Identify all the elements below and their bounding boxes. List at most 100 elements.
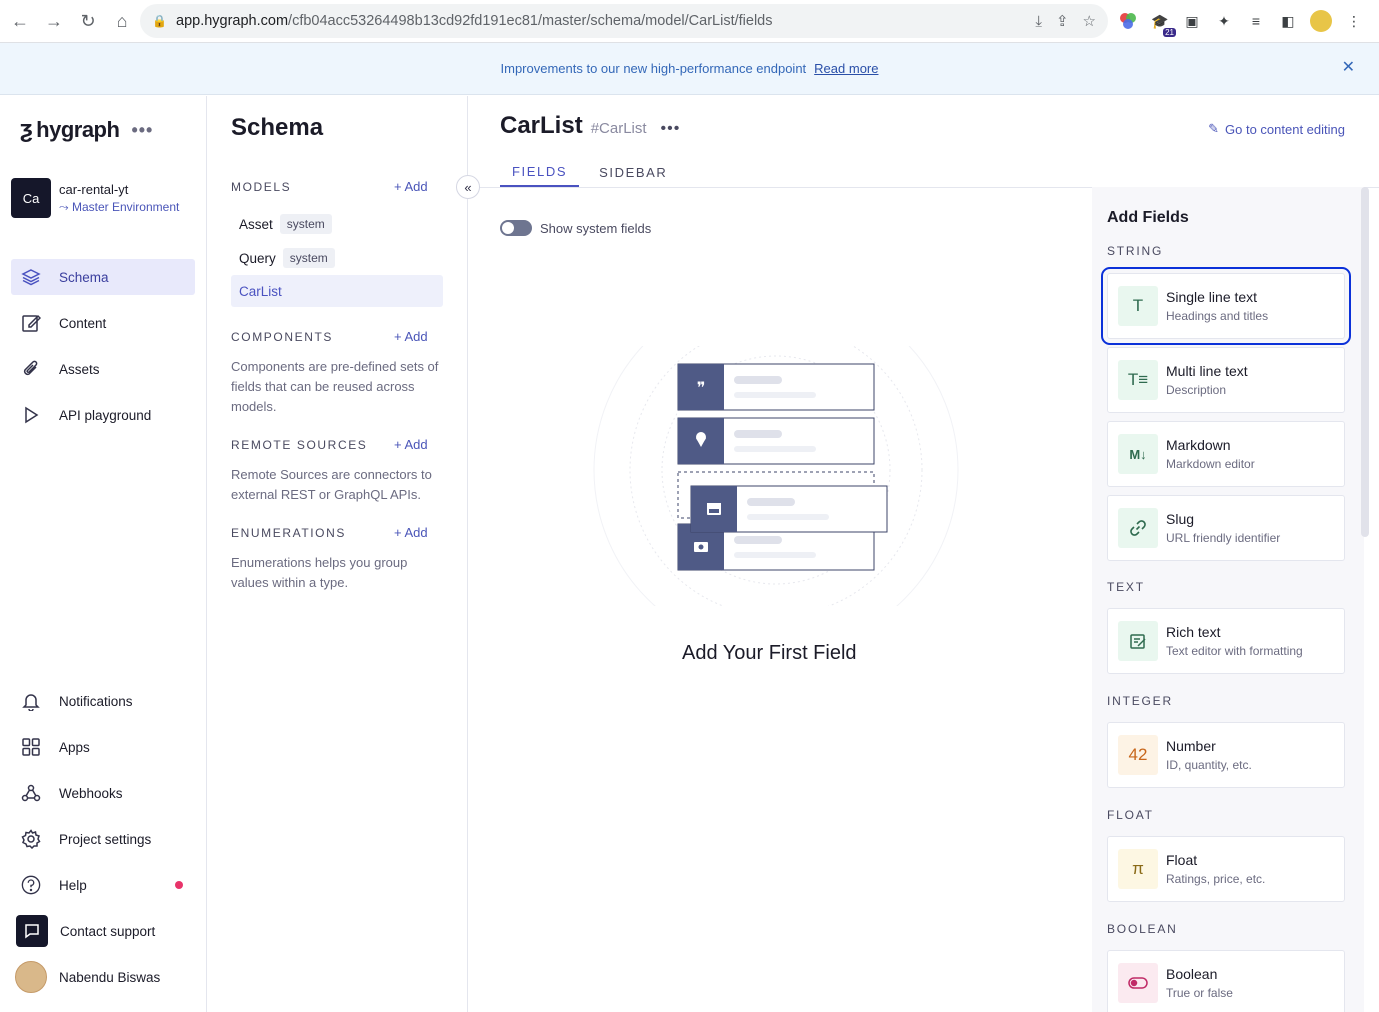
side-panel-icon[interactable]: ◧ [1278, 11, 1298, 31]
text-icon: T [1118, 286, 1158, 326]
go-to-content-editing-link[interactable]: ✎ Go to content editing [1208, 121, 1345, 137]
sidebar-item-label: Contact support [60, 923, 156, 939]
chat-icon [16, 915, 48, 947]
edit-icon: ✎ [1208, 121, 1220, 136]
home-icon[interactable]: ⌂ [106, 5, 138, 37]
model-item-query[interactable]: Query system [231, 242, 443, 274]
system-tag: system [279, 214, 332, 234]
model-api-id: #CarList [590, 120, 647, 137]
tab-sidebar[interactable]: SIDEBAR [587, 158, 679, 187]
hygraph-logo[interactable]: ƺ hygraph ••• [20, 116, 153, 144]
add-component-button[interactable]: + Add [394, 329, 428, 344]
multiline-text-icon: T≡ [1118, 360, 1158, 400]
share-icon[interactable]: ⇪ [1056, 12, 1069, 30]
sidebar-item-help[interactable]: Help [11, 867, 195, 903]
field-type-boolean[interactable]: Boolean True or false [1107, 950, 1345, 1012]
category-string: STRING [1107, 244, 1164, 258]
project-badge: Ca [11, 178, 51, 218]
close-icon[interactable]: ✕ [1342, 57, 1355, 77]
webhook-icon [21, 783, 41, 803]
show-system-fields-toggle[interactable]: Show system fields [500, 220, 651, 236]
enumerations-description: Enumerations helps you group values with… [231, 555, 408, 590]
puzzle-icon[interactable]: ✦ [1214, 11, 1234, 31]
address-bar[interactable]: 🔒 app.hygraph.com/cfb04acc53264498b13cd9… [140, 4, 1108, 38]
field-name: Single line text [1166, 289, 1258, 305]
graduation-extension-icon[interactable]: 🎓 21 [1150, 11, 1176, 37]
forward-icon[interactable]: → [38, 5, 70, 37]
add-fields-title: Add Fields [1107, 209, 1189, 226]
announcement-banner: Improvements to our new high-performance… [0, 43, 1379, 95]
sidebar-item-webhooks[interactable]: Webhooks [11, 775, 195, 811]
apps-icon [21, 737, 41, 757]
sidebar-item-content[interactable]: Content [11, 305, 195, 341]
more-options-icon[interactable]: ••• [661, 120, 681, 138]
field-type-multi-line-text[interactable]: T≡ Multi line text Description [1107, 347, 1345, 413]
fields-scrollbar[interactable] [1361, 187, 1369, 537]
square-extension-icon[interactable]: ▣ [1182, 11, 1202, 31]
sidebar-item-contact-support[interactable]: Contact support [11, 913, 195, 949]
sidebar-item-project-settings[interactable]: Project settings [11, 821, 195, 857]
model-item-carlist[interactable]: CarList [231, 275, 443, 307]
sidebar-item-api-playground[interactable]: API playground [11, 397, 195, 433]
read-more-link[interactable]: Read more [814, 61, 878, 76]
model-tabs: FIELDS SIDEBAR [500, 158, 687, 187]
markdown-icon: M↓ [1118, 434, 1158, 474]
components-description: Components are pre-defined sets of field… [231, 359, 439, 414]
field-type-float[interactable]: π Float Ratings, price, etc. [1107, 836, 1345, 902]
field-name: Number [1166, 738, 1216, 754]
sidebar-item-label: Notifications [59, 693, 133, 709]
model-header: CarList #CarList ••• [500, 112, 680, 140]
add-enumeration-button[interactable]: + Add [394, 525, 428, 540]
sidebar-item-notifications[interactable]: Notifications [11, 683, 195, 719]
sidebar-item-label: Help [59, 877, 87, 893]
add-remote-source-button[interactable]: + Add [394, 437, 428, 452]
field-type-rich-text[interactable]: Rich text Text editor with formatting [1107, 608, 1345, 674]
environment-link[interactable]: ⤳ Master Environment [59, 200, 179, 215]
sidebar-item-label: Project settings [59, 831, 152, 847]
sidebar-item-label: Apps [59, 739, 90, 755]
tab-fields[interactable]: FIELDS [500, 158, 580, 187]
install-icon[interactable]: ⤓ [1035, 13, 1042, 30]
edit-icon [21, 313, 41, 333]
model-name: Asset [239, 216, 273, 232]
color-extension-icon[interactable] [1118, 11, 1138, 31]
pi-icon: π [1118, 849, 1158, 889]
field-type-number[interactable]: 42 Number ID, quantity, etc. [1107, 722, 1345, 788]
menu-kebab-icon[interactable]: ⋮ [1344, 11, 1364, 31]
profile-avatar[interactable] [1310, 10, 1332, 32]
remote-sources-label: REMOTE SOURCES [231, 438, 368, 452]
model-name: CarList [239, 283, 282, 299]
field-description: URL friendly identifier [1166, 531, 1281, 545]
bookmark-star-icon[interactable]: ☆ [1083, 12, 1096, 30]
back-icon[interactable]: ← [4, 5, 36, 37]
play-icon [21, 405, 41, 425]
sidebar-item-label: Webhooks [59, 785, 123, 801]
field-type-markdown[interactable]: M↓ Markdown Markdown editor [1107, 421, 1345, 487]
remote-sources-description: Remote Sources are connectors to externa… [231, 467, 432, 502]
model-title: CarList [500, 112, 583, 139]
category-text: TEXT [1107, 580, 1145, 594]
field-description: True or false [1166, 986, 1233, 1000]
models-label: MODELS [231, 180, 292, 194]
reload-icon[interactable]: ↻ [72, 5, 104, 37]
project-switcher[interactable]: Ca car-rental-yt ⤳ Master Environment [11, 178, 179, 218]
field-type-slug[interactable]: Slug URL friendly identifier [1107, 495, 1345, 561]
sidebar-item-schema[interactable]: Schema [11, 259, 195, 295]
notification-dot [175, 881, 183, 889]
empty-state-illustration: ❞ [593, 346, 959, 606]
collapse-panel-icon[interactable]: « [456, 175, 480, 199]
sidebar-item-assets[interactable]: Assets [11, 351, 195, 387]
more-icon[interactable]: ••• [131, 120, 153, 141]
url-path: /cfb04acc53264498b13cd92fd191ec81/master… [288, 13, 773, 29]
sidebar-item-apps[interactable]: Apps [11, 729, 195, 765]
toggle-switch[interactable] [500, 220, 532, 236]
field-name: Slug [1166, 511, 1195, 527]
add-model-button[interactable]: + Add [394, 179, 428, 194]
paperclip-icon [21, 359, 41, 379]
model-item-asset[interactable]: Asset system [231, 208, 443, 240]
model-name: Query [239, 250, 276, 266]
field-type-single-line-text[interactable]: T Single line text Headings and titles [1101, 267, 1351, 345]
user-profile[interactable]: Nabendu Biswas [11, 959, 195, 995]
sidebar-item-label: Assets [59, 361, 100, 377]
reading-list-icon[interactable]: ≡ [1246, 11, 1266, 31]
